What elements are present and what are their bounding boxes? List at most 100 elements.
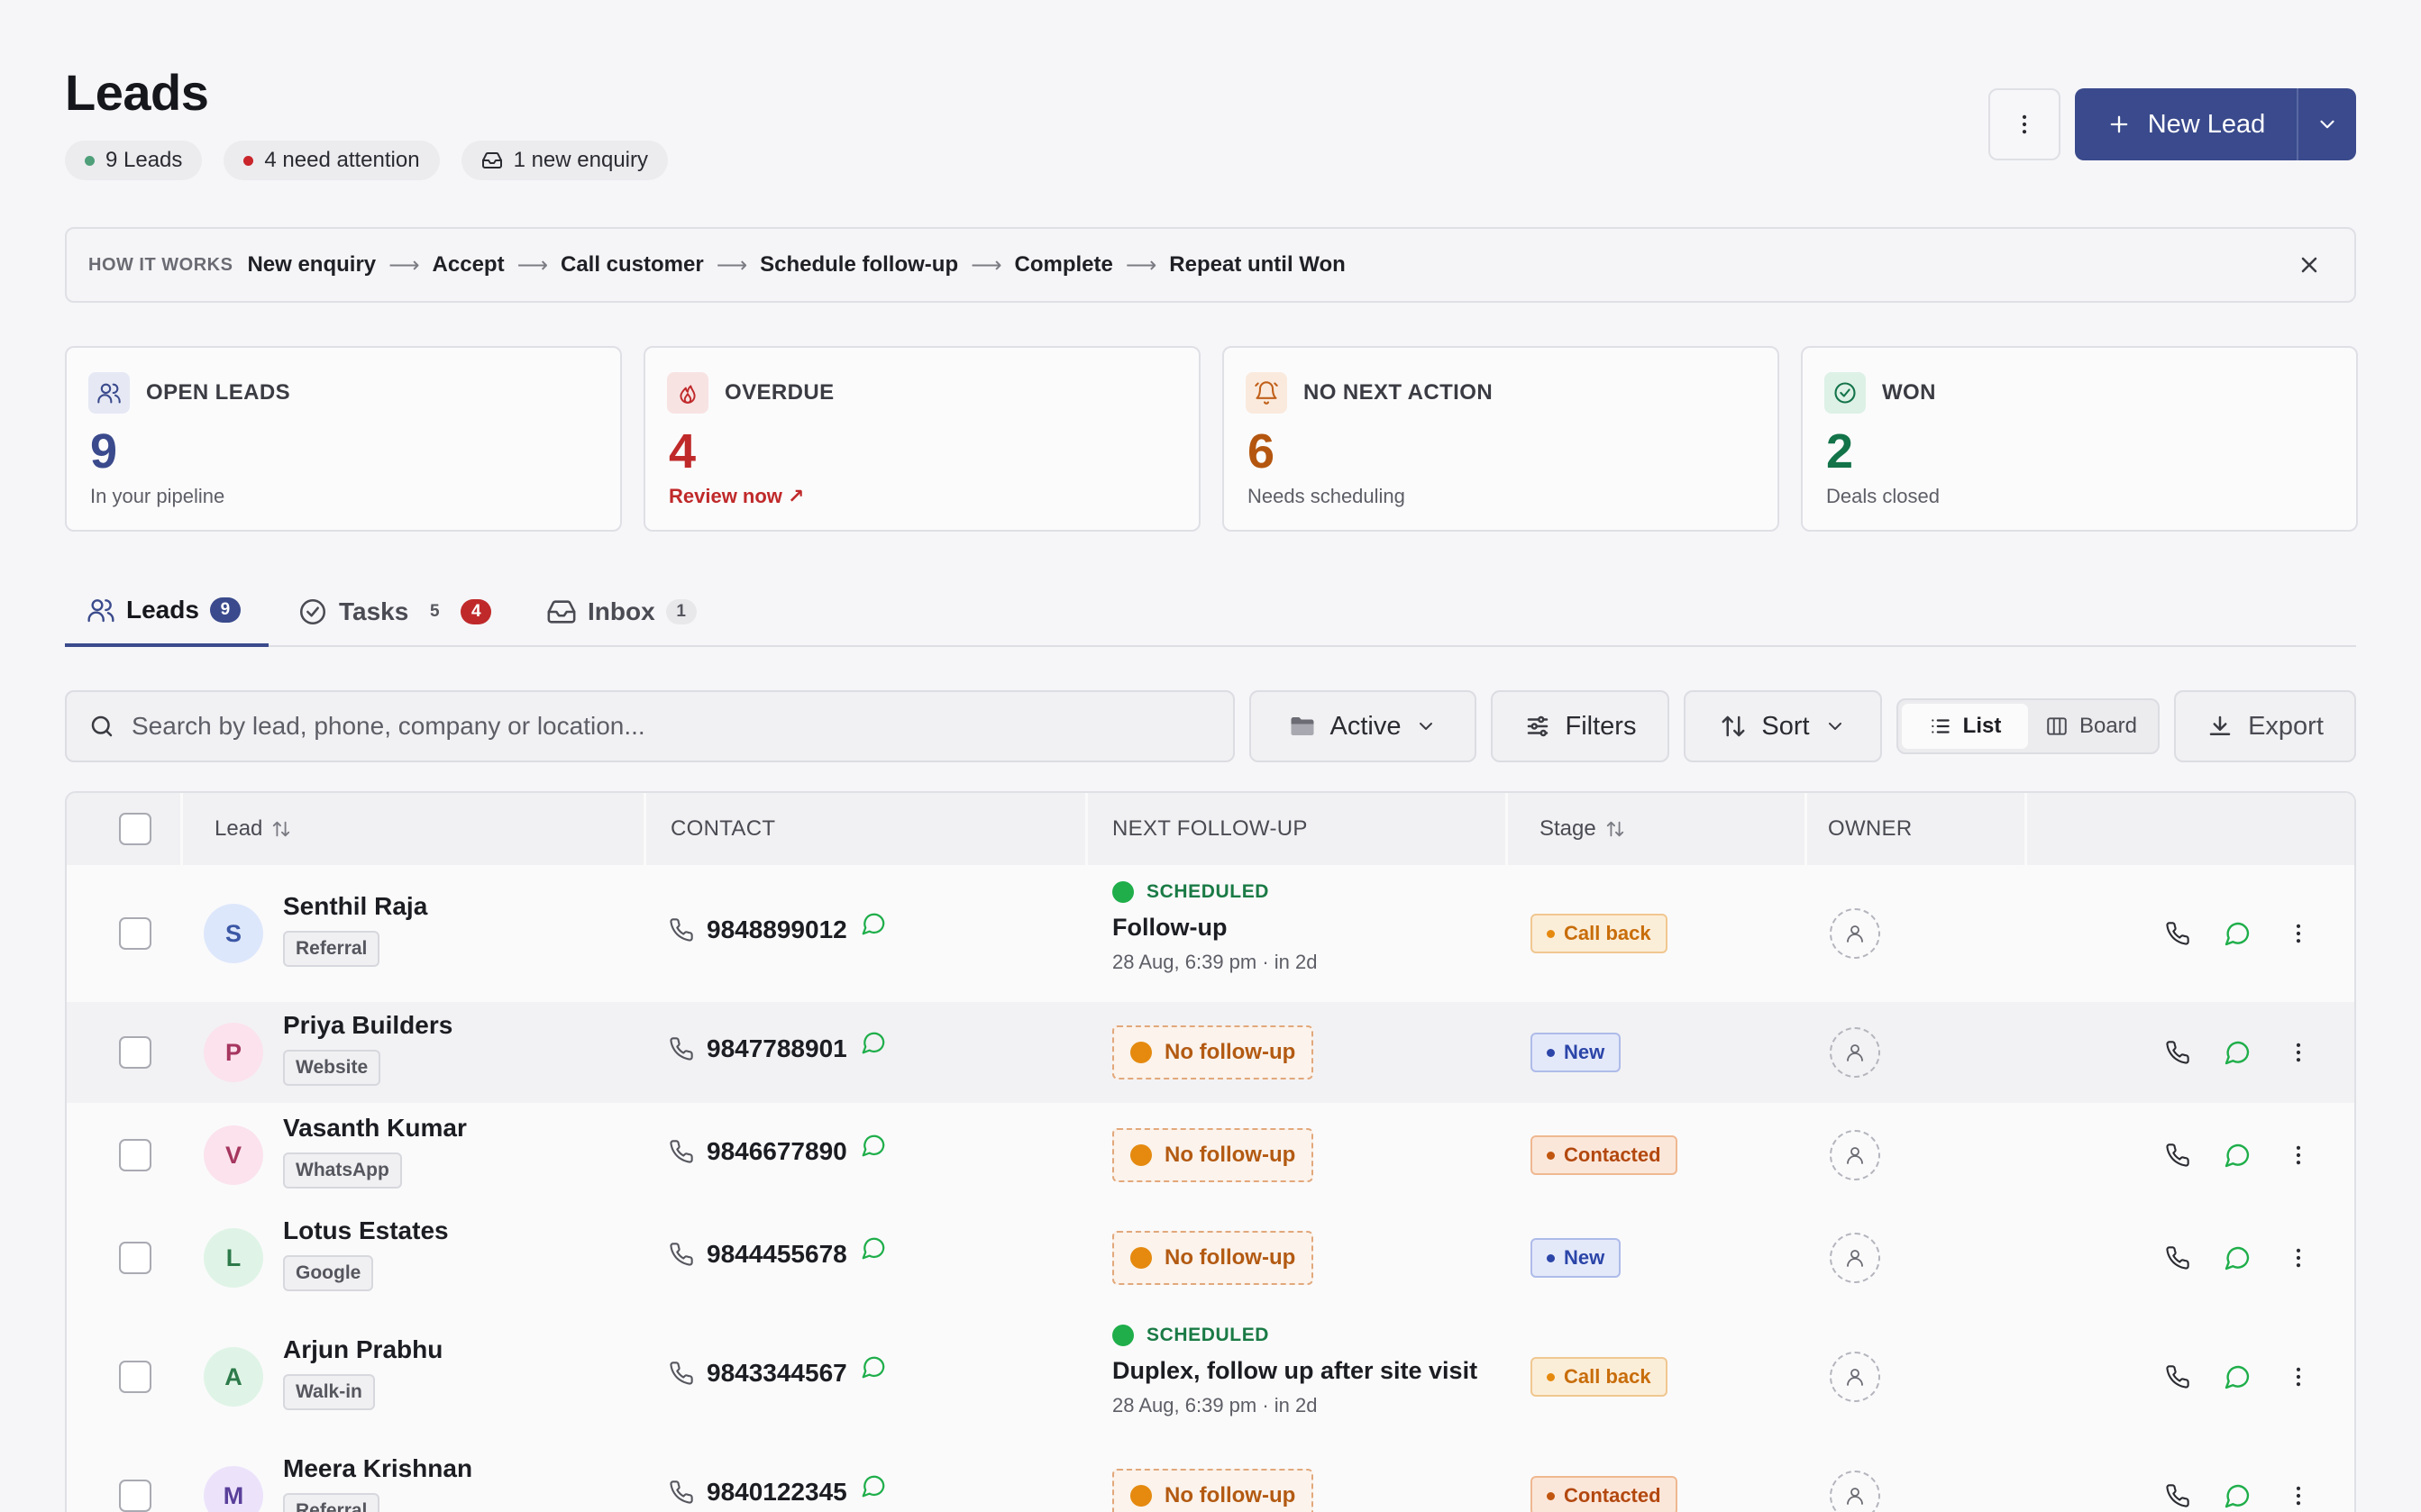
- lead-name[interactable]: Meera Krishnan: [283, 1454, 472, 1483]
- row-more-button[interactable]: [2282, 1036, 2315, 1069]
- lead-name[interactable]: Priya Builders: [283, 1011, 452, 1040]
- stage-badge[interactable]: Call back: [1530, 914, 1667, 953]
- lead-name[interactable]: Senthil Raja: [283, 892, 427, 921]
- table-row[interactable]: S Senthil Raja Referral 9848899012 SCHEDULED…: [67, 865, 2354, 1002]
- lead-name[interactable]: Lotus Estates: [283, 1216, 449, 1245]
- attention-chip[interactable]: 4 need attention: [224, 141, 440, 180]
- assign-owner-button[interactable]: [1830, 1352, 1880, 1402]
- row-more-button[interactable]: [2282, 1480, 2315, 1512]
- chat-bubble-icon[interactable]: [2223, 1362, 2252, 1391]
- call-button[interactable]: [2161, 1480, 2194, 1512]
- whatsapp-icon[interactable]: [860, 1353, 887, 1387]
- contact-phone[interactable]: 9844455678: [669, 1237, 887, 1269]
- table-row[interactable]: A Arjun Prabhu Walk-in 9843344567 SCHEDULED D…: [67, 1308, 2354, 1445]
- row-more-button[interactable]: [2282, 917, 2315, 950]
- close-icon[interactable]: [2297, 252, 2322, 278]
- whatsapp-button[interactable]: [2221, 1480, 2253, 1512]
- tab-leads[interactable]: Leads 9: [65, 577, 269, 647]
- follow-up-scheduled[interactable]: SCHEDULED Duplex, follow up after site vi…: [1112, 1325, 1477, 1417]
- select-all-checkbox[interactable]: [119, 813, 151, 845]
- view-board-button[interactable]: Board: [2028, 704, 2154, 749]
- contact-phone[interactable]: 9840122345: [669, 1475, 887, 1507]
- follow-up-scheduled[interactable]: SCHEDULED Follow-up 28 Aug, 6:39 pm · in 2…: [1112, 881, 1318, 974]
- row-checkbox[interactable]: [119, 1036, 151, 1069]
- column-header-lead[interactable]: Lead: [215, 793, 291, 865]
- filters-button[interactable]: Filters: [1491, 690, 1669, 762]
- chat-bubble-icon[interactable]: [2223, 1141, 2252, 1170]
- new-lead-button[interactable]: New Lead: [2075, 88, 2298, 160]
- review-now-link[interactable]: Review now ↗: [669, 485, 804, 508]
- table-row[interactable]: M Meera Krishnan Referral 9840122345 No foll…: [67, 1445, 2354, 1512]
- chat-bubble-icon[interactable]: [860, 1234, 887, 1262]
- row-more-button[interactable]: [2282, 1242, 2315, 1274]
- call-button[interactable]: [2161, 1139, 2194, 1171]
- assign-owner-button[interactable]: [1830, 1130, 1880, 1180]
- whatsapp-icon[interactable]: [860, 1132, 887, 1165]
- no-follow-up-badge[interactable]: No follow-up: [1112, 1128, 1314, 1182]
- assign-owner-button[interactable]: [1830, 1233, 1880, 1283]
- call-button[interactable]: [2161, 917, 2194, 950]
- chat-bubble-icon[interactable]: [860, 910, 887, 937]
- table-row[interactable]: V Vasanth Kumar WhatsApp 9846677890 No follo…: [67, 1103, 2354, 1207]
- chat-bubble-icon[interactable]: [860, 1029, 887, 1056]
- contact-phone[interactable]: 9848899012: [669, 913, 887, 944]
- row-more-button[interactable]: [2282, 1139, 2315, 1171]
- row-more-button[interactable]: [2282, 1361, 2315, 1393]
- stage-badge[interactable]: Contacted: [1530, 1135, 1677, 1175]
- table-row[interactable]: L Lotus Estates Google 9844455678 No follow-…: [67, 1207, 2354, 1308]
- table-row[interactable]: P Priya Builders Website 9847788901 No follo…: [67, 1002, 2354, 1103]
- stage-badge[interactable]: New: [1530, 1238, 1622, 1278]
- contact-phone[interactable]: 9843344567: [669, 1356, 887, 1388]
- no-follow-up-badge[interactable]: No follow-up: [1112, 1469, 1314, 1512]
- contact-phone[interactable]: 9847788901: [669, 1032, 887, 1063]
- whatsapp-button[interactable]: [2221, 1242, 2253, 1274]
- export-button[interactable]: Export: [2174, 690, 2356, 762]
- chat-bubble-icon[interactable]: [860, 1472, 887, 1499]
- stat-card-won[interactable]: WON 2 Deals closed: [1801, 346, 2358, 532]
- row-checkbox[interactable]: [119, 1480, 151, 1512]
- no-follow-up-badge[interactable]: No follow-up: [1112, 1025, 1314, 1079]
- chat-bubble-icon[interactable]: [2223, 1038, 2252, 1067]
- lead-name[interactable]: Arjun Prabhu: [283, 1335, 443, 1364]
- search-input[interactable]: [132, 712, 1168, 741]
- new-enquiry-chip[interactable]: 1 new enquiry: [461, 141, 668, 180]
- chat-bubble-icon[interactable]: [860, 1132, 887, 1159]
- stat-card-no-next-action[interactable]: NO NEXT ACTION 6 Needs scheduling: [1222, 346, 1779, 532]
- tab-tasks[interactable]: Tasks 5 4: [297, 577, 492, 647]
- lead-name[interactable]: Vasanth Kumar: [283, 1114, 467, 1143]
- chat-bubble-icon[interactable]: [2223, 1243, 2252, 1272]
- whatsapp-icon[interactable]: [860, 1234, 887, 1268]
- stat-card-overdue[interactable]: OVERDUE 4 Review now ↗: [644, 346, 1201, 532]
- row-checkbox[interactable]: [119, 1139, 151, 1171]
- sort-dropdown[interactable]: Sort: [1684, 690, 1882, 762]
- call-button[interactable]: [2161, 1361, 2194, 1393]
- stage-badge[interactable]: Contacted: [1530, 1476, 1677, 1512]
- stage-badge[interactable]: Call back: [1530, 1357, 1667, 1397]
- whatsapp-button[interactable]: [2221, 1036, 2253, 1069]
- row-checkbox[interactable]: [119, 917, 151, 950]
- view-list-button[interactable]: List: [1902, 704, 2028, 749]
- row-checkbox[interactable]: [119, 1242, 151, 1274]
- contact-phone[interactable]: 9846677890: [669, 1134, 887, 1166]
- tab-inbox[interactable]: Inbox 1: [546, 577, 697, 647]
- column-header-stage[interactable]: Stage: [1539, 793, 1625, 865]
- whatsapp-button[interactable]: [2221, 1139, 2253, 1171]
- stat-card-open-leads[interactable]: OPEN LEADS 9 In your pipeline: [65, 346, 622, 532]
- more-options-button[interactable]: [1988, 88, 2060, 160]
- stage-badge[interactable]: New: [1530, 1033, 1622, 1072]
- chat-bubble-icon[interactable]: [2223, 919, 2252, 948]
- assign-owner-button[interactable]: [1830, 1471, 1880, 1512]
- whatsapp-button[interactable]: [2221, 917, 2253, 950]
- whatsapp-icon[interactable]: [860, 910, 887, 943]
- assign-owner-button[interactable]: [1830, 908, 1880, 959]
- whatsapp-icon[interactable]: [860, 1029, 887, 1062]
- new-lead-dropdown-button[interactable]: [2298, 88, 2356, 160]
- call-button[interactable]: [2161, 1036, 2194, 1069]
- row-checkbox[interactable]: [119, 1361, 151, 1393]
- status-filter-dropdown[interactable]: Active: [1249, 690, 1476, 762]
- no-follow-up-badge[interactable]: No follow-up: [1112, 1231, 1314, 1285]
- assign-owner-button[interactable]: [1830, 1027, 1880, 1078]
- whatsapp-icon[interactable]: [860, 1472, 887, 1506]
- whatsapp-button[interactable]: [2221, 1361, 2253, 1393]
- chat-bubble-icon[interactable]: [860, 1353, 887, 1380]
